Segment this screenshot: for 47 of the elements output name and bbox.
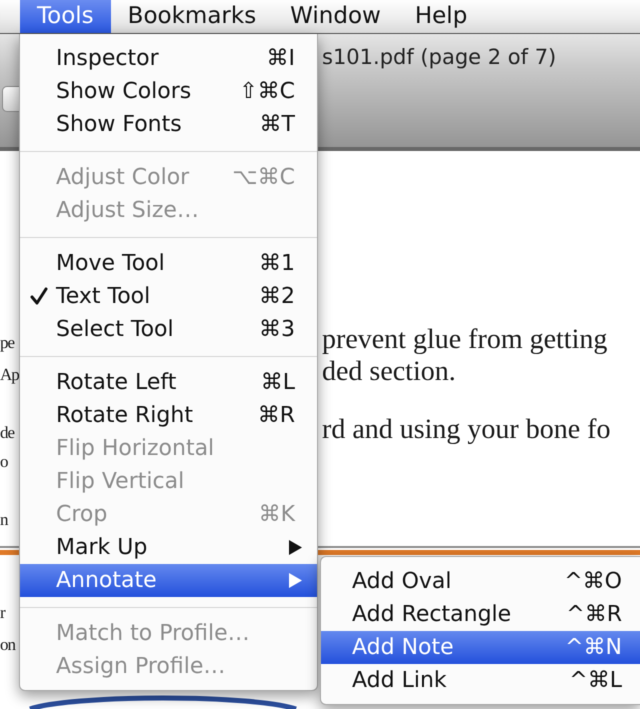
submenu-arrow-icon <box>289 572 302 588</box>
menu-bar-item[interactable]: Bookmarks <box>110 0 274 33</box>
menu-item[interactable]: Rotate Right ⌘R <box>20 398 317 432</box>
shortcut-text: ⇧⌘C <box>239 78 295 104</box>
checkmark-icon <box>30 287 48 305</box>
text-fragment: pe <box>0 333 14 352</box>
shortcut-text: ^⌘N <box>565 634 622 660</box>
menu-item[interactable]: Show Colors ⇧⌘C <box>20 74 317 108</box>
text-fragment: Ap <box>0 365 19 384</box>
menu-bar-item[interactable]: Window <box>273 0 398 33</box>
text-fragment: prevent glue from getting <box>322 324 608 356</box>
text-fragment: on <box>0 635 15 654</box>
menu-item[interactable]: Text Tool ⌘2 <box>20 280 317 312</box>
text-fragment: r <box>0 603 5 622</box>
shortcut-text: ⌥⌘C <box>232 164 295 190</box>
menu-item[interactable]: Move Tool ⌘1 <box>20 246 317 280</box>
shortcut-text: ⌘T <box>260 112 295 136</box>
menu-item[interactable]: Inspector ⌘I <box>20 42 317 74</box>
shortcut-text: ⌘1 <box>259 250 295 276</box>
shortcut-text: ⌘K <box>258 502 295 526</box>
menu-item[interactable]: Add Rectangle ^⌘R <box>321 598 640 630</box>
menu-item[interactable]: Add Note ^⌘N <box>321 630 640 664</box>
shortcut-text: ⌘R <box>258 402 295 428</box>
shortcut-text: ⌘L <box>260 370 295 394</box>
text-fragment: ded section. <box>322 356 456 388</box>
shortcut-text: ⌘3 <box>259 316 295 342</box>
submenu-arrow-icon <box>289 540 302 554</box>
menu-item[interactable]: Annotate <box>20 564 317 596</box>
text-fragment: rd and using your bone fo <box>322 414 611 446</box>
menu-item[interactable]: Show Fonts ⌘T <box>20 108 317 140</box>
menu-item[interactable]: Mark Up <box>20 530 317 564</box>
window-title: s101.pdf (page 2 of 7) <box>322 45 556 69</box>
shortcut-text: ^⌘O <box>564 568 622 594</box>
toolbar-button[interactable] <box>2 86 19 112</box>
text-fragment: n <box>0 510 8 529</box>
shortcut-text: ⌘I <box>266 46 295 70</box>
menu-bar-item[interactable]: Tools <box>20 0 111 33</box>
text-fragment: de <box>0 423 14 442</box>
shortcut-text: ^⌘R <box>566 602 622 626</box>
menu-item[interactable]: Select Tool ⌘3 <box>20 312 317 346</box>
menu-bar-item[interactable]: Help <box>398 0 484 33</box>
text-fragment: o <box>0 452 8 471</box>
menu-item[interactable]: Add Oval ^⌘O <box>321 564 640 598</box>
shortcut-text: ⌘2 <box>259 284 295 308</box>
menu-item[interactable]: Rotate Left ⌘L <box>20 366 317 398</box>
shortcut-text: ^⌘L <box>569 668 622 692</box>
menu-item[interactable]: Add Link ^⌘L <box>321 664 640 696</box>
